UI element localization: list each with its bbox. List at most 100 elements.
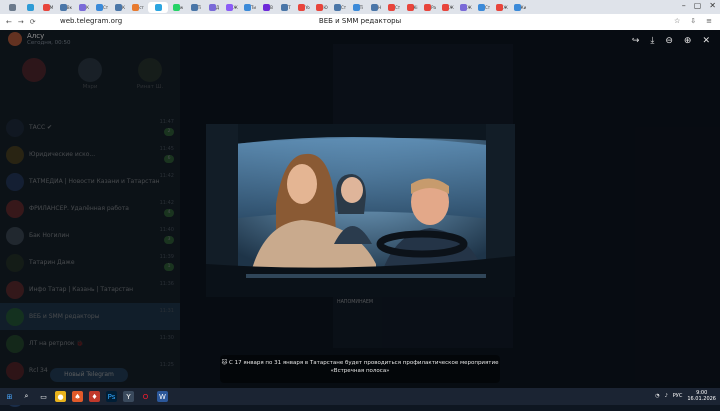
browser-tab[interactable]: Д (206, 2, 222, 13)
browser-tab[interactable]: Ж (224, 2, 240, 13)
clock-date: 16.01.2026 (687, 396, 716, 402)
address-bar: ← → ⟳ web.telegram.org ВЕБ и SMM редакто… (0, 14, 720, 30)
game-icon[interactable]: ♠ (72, 391, 83, 402)
network-icon[interactable]: ◔ (655, 393, 659, 399)
tab-favicon-icon (263, 3, 271, 11)
zoom-in-icon[interactable]: ⊕ (684, 36, 692, 46)
window-controls: – ▢ ✕ (682, 1, 716, 10)
tab-label: Ю (323, 4, 328, 10)
browser-tab[interactable]: Ст (386, 2, 402, 13)
start-icon[interactable]: ⊞ (4, 391, 15, 402)
page-title: ВЕБ и SMM редакторы (318, 17, 402, 25)
tab-favicon-icon (387, 3, 395, 11)
browser-tab[interactable]: К (76, 2, 92, 13)
browser-tab[interactable]: Вк (58, 2, 74, 13)
tab-label: Ст (484, 4, 491, 10)
browser-tab[interactable] (148, 1, 168, 13)
tab-label: ст (139, 4, 144, 10)
browser-tab[interactable]: Н (368, 2, 384, 13)
tab-label: w (179, 4, 184, 10)
tab-label: M (49, 4, 54, 10)
zoom-out-icon[interactable]: ⊖ (665, 36, 673, 46)
browser-tools: ☆ ⇩ ≡ (674, 17, 712, 25)
os-taskbar: ⊞ ⌕ ▭ ● ♠ ♦ Ps Y O W ◔ ♪ РУС 9:00 16.01.… (0, 388, 720, 405)
minimize-icon[interactable]: – (682, 1, 686, 10)
menu-icon[interactable]: ≡ (706, 17, 712, 25)
tab-favicon-icon (352, 3, 360, 11)
browser-tab[interactable]: Тi (188, 2, 204, 13)
browser-tab[interactable]: Yo (296, 2, 312, 13)
downloads-icon[interactable]: ⇩ (690, 17, 696, 25)
tab-favicon-icon (115, 3, 123, 11)
browser-tab[interactable] (4, 2, 20, 13)
browser-tab[interactable]: Ки (512, 2, 528, 13)
media-viewer-toolbar: ↪ ⤓ ⊖ ⊕ ✕ (632, 36, 710, 46)
forward-icon[interactable]: ↪ (632, 36, 640, 46)
tab-label: Тi (359, 4, 364, 10)
browser-tab[interactable]: Ж (494, 2, 510, 13)
task-view-icon[interactable]: ▭ (38, 391, 49, 402)
tab-label: Д (215, 4, 220, 10)
tab-favicon-icon (477, 3, 485, 11)
tab-favicon-icon (406, 3, 414, 11)
browser-tab[interactable]: Кi (404, 2, 420, 13)
browser-tab[interactable]: В (260, 2, 276, 13)
tab-label: В (270, 4, 273, 10)
tab-label: Ст (340, 4, 347, 10)
tab-favicon-icon (79, 3, 87, 11)
bookmark-icon[interactable]: ☆ (674, 17, 680, 25)
clock[interactable]: 9:00 16.01.2026 (687, 390, 716, 402)
browser-tab[interactable]: Т (278, 2, 294, 13)
browser-tab[interactable]: Ст (94, 2, 110, 13)
browser-tab[interactable]: К (112, 2, 128, 13)
tab-favicon-icon (42, 3, 50, 11)
tab-favicon-icon (26, 3, 34, 11)
tab-favicon-icon (424, 3, 432, 11)
browser-tab[interactable]: Ст (332, 2, 348, 13)
browser-icon[interactable]: ● (55, 391, 66, 402)
app-icon[interactable]: ♦ (89, 391, 100, 402)
browser-tab[interactable]: Ж (440, 2, 456, 13)
tab-favicon-icon (154, 3, 162, 11)
yandex-icon[interactable]: Y (123, 391, 134, 402)
tab-label: К (86, 4, 89, 10)
browser-tab[interactable]: M (40, 2, 56, 13)
tab-favicon-icon (132, 3, 140, 11)
close-icon[interactable]: ✕ (709, 1, 716, 10)
opera-icon[interactable]: O (140, 391, 151, 402)
browser-tab[interactable]: Ю (314, 2, 330, 13)
tab-favicon-icon (208, 3, 216, 11)
tab-label: Тi (197, 4, 202, 10)
search-icon[interactable]: ⌕ (21, 391, 32, 402)
tab-favicon-icon (8, 3, 16, 11)
tab-favicon-icon (95, 3, 103, 11)
maximize-icon[interactable]: ▢ (694, 1, 702, 10)
tab-favicon-icon (333, 3, 341, 11)
tab-favicon-icon (243, 3, 251, 11)
tab-strip: M Вк К Ст Кст w Тi Д Ж Ти В Т Yo Ю Ст Тi Н Ст Кi Ра Ж Ж Ст Ж Ки … (0, 0, 720, 14)
browser-tab[interactable] (22, 2, 38, 13)
tab-label: Вк (66, 4, 73, 10)
close-icon[interactable]: ✕ (702, 36, 710, 46)
browser-tab[interactable]: w (170, 2, 186, 13)
media-photo[interactable] (206, 124, 515, 297)
tab-favicon-icon (190, 3, 198, 11)
tab-label: Ж (467, 4, 472, 10)
browser-tab[interactable]: ст (130, 2, 146, 13)
tab-favicon-icon (316, 3, 324, 11)
browser-tab[interactable]: Тi (350, 2, 366, 13)
tab-favicon-icon (172, 3, 180, 11)
system-tray: ◔ ♪ РУС 9:00 16.01.2026 (655, 390, 716, 402)
tab-label: Ки (520, 4, 527, 10)
browser-tab[interactable]: Ж (458, 2, 474, 13)
language-indicator[interactable]: РУС (673, 393, 683, 399)
word-icon[interactable]: W (157, 391, 168, 402)
browser-tab[interactable]: Ти (242, 2, 258, 13)
photoshop-icon[interactable]: Ps (106, 391, 117, 402)
browser-tab[interactable]: Ст (476, 2, 492, 13)
tab-label: Ж (233, 4, 238, 10)
tab-favicon-icon (442, 3, 450, 11)
browser-tab[interactable]: Ра (422, 2, 438, 13)
download-icon[interactable]: ⤓ (650, 36, 654, 46)
volume-icon[interactable]: ♪ (665, 393, 668, 399)
